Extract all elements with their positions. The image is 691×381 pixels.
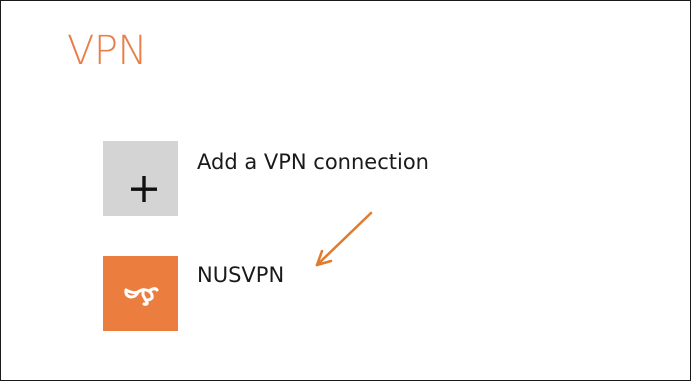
vpn-settings-panel: VPN Add a VPN connection NUSVPN (0, 0, 691, 381)
annotation-arrow-icon (315, 211, 373, 267)
